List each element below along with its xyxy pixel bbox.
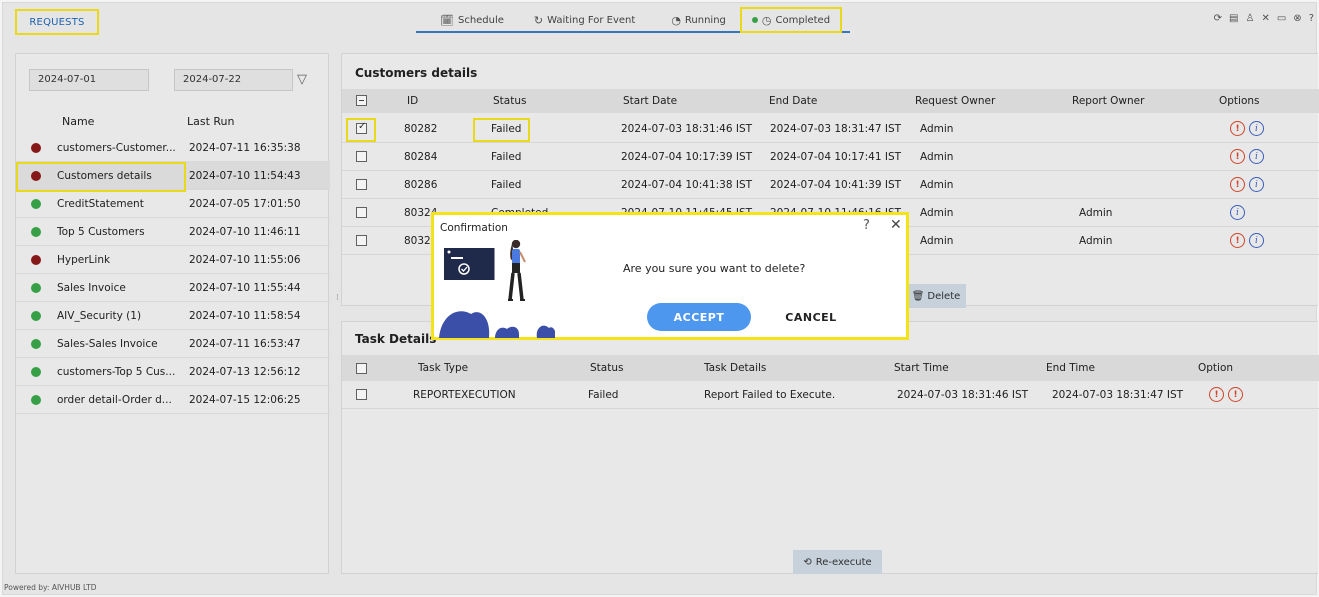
accept-button[interactable]: ACCEPT [647,303,751,331]
close-icon[interactable]: ✕ [890,217,902,233]
confirmation-dialog: Confirmation ? ✕ Are you sure you want t… [431,212,909,340]
bush-shape [439,311,490,338]
cancel-button[interactable]: CANCEL [781,303,841,331]
confirmation-illustration [439,240,555,338]
window-line [451,257,463,259]
window-dot [447,250,451,254]
person-legs-shape [508,272,524,301]
person-arm-shape [519,251,526,263]
person-hips-shape [512,263,520,273]
help-icon[interactable]: ? [863,218,870,233]
person-head-shape [511,240,521,249]
footer-powered-by: Powered by: AIVHUB LTD [4,583,97,592]
bush-shape-small [495,326,519,338]
dialog-message: Are you sure you want to delete? [623,262,806,275]
person-shirt-shape [512,249,520,264]
browser-window-shape [444,248,494,280]
bush-shape-right [536,325,555,338]
dialog-title: Confirmation [440,222,508,234]
